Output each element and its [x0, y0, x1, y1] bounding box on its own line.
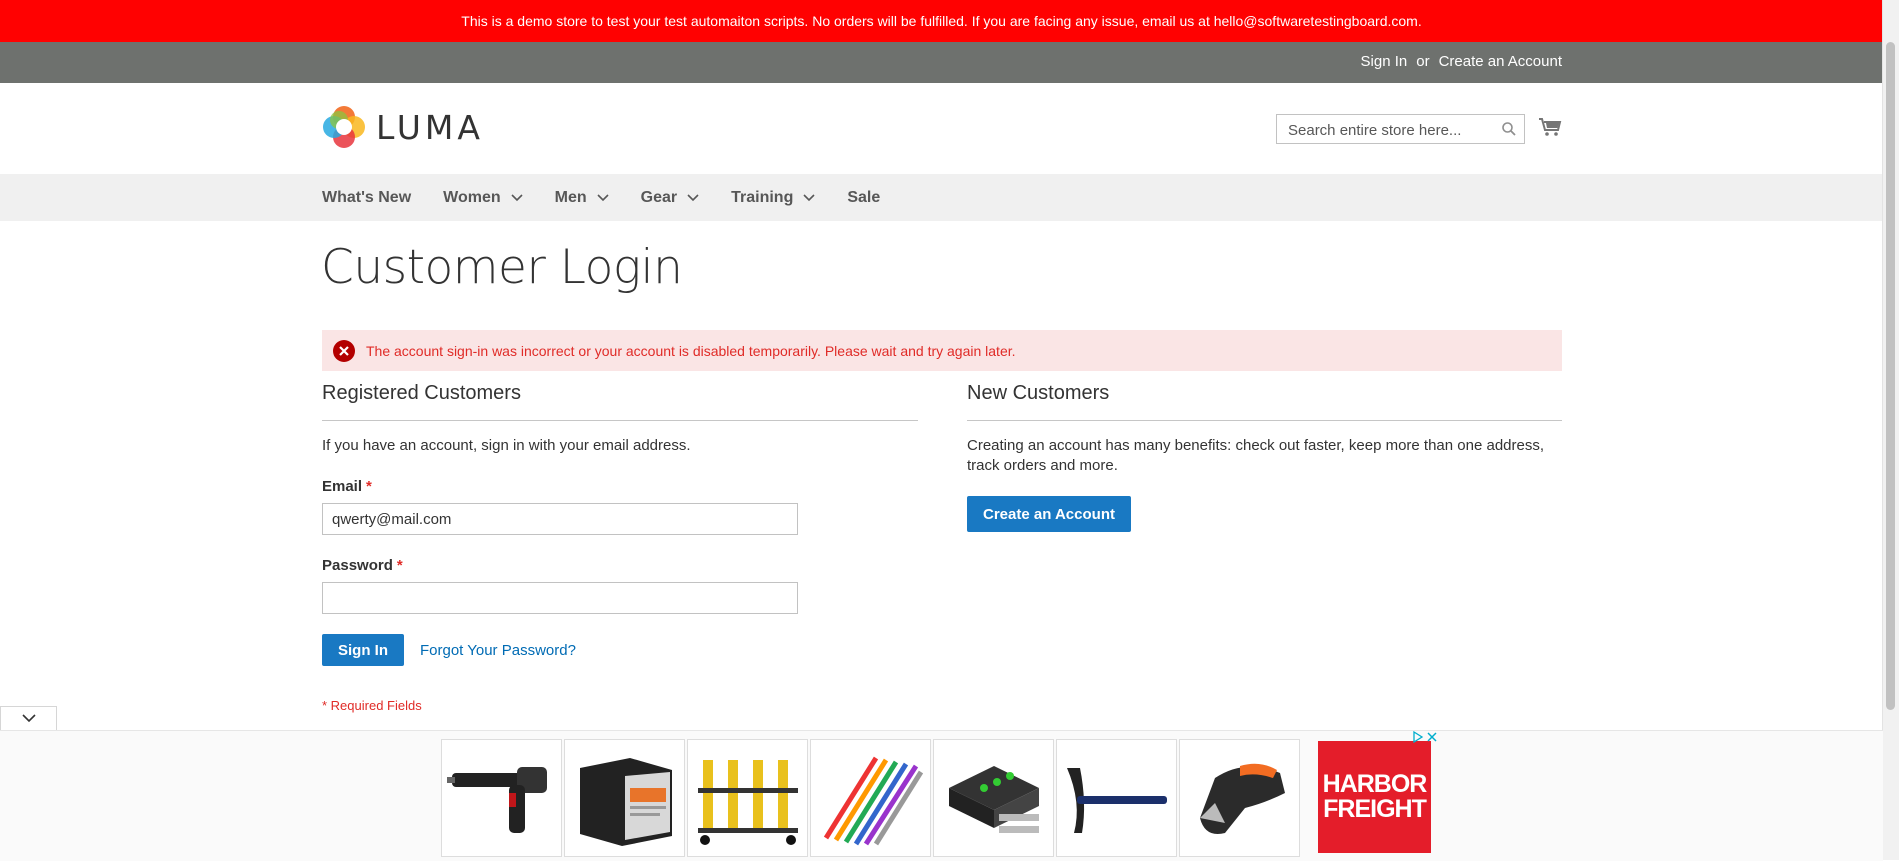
- nav-label: Women: [443, 188, 501, 206]
- search-icon[interactable]: [1502, 122, 1516, 141]
- demo-notice-text: This is a demo store to test your test a…: [461, 13, 1422, 29]
- new-customers-text: Creating an account has many benefits: c…: [967, 437, 1545, 474]
- nav-label: Men: [554, 188, 587, 206]
- nav-label: What's New: [322, 188, 412, 206]
- error-message: The account sign-in was incorrect or you…: [322, 330, 1562, 371]
- close-icon[interactable]: [1426, 731, 1438, 743]
- nav-label: Sale: [847, 188, 881, 206]
- scrollbar-thumb[interactable]: [1886, 42, 1895, 710]
- header: LUMA: [0, 83, 1883, 174]
- required-star: *: [366, 478, 372, 495]
- email-field[interactable]: [322, 503, 798, 535]
- wheel-dollies-icon: [697, 760, 798, 845]
- password-field[interactable]: [322, 582, 798, 614]
- create-account-link[interactable]: Create an Account: [1439, 53, 1562, 70]
- nav-sale[interactable]: Sale: [847, 189, 880, 207]
- trailer-connector-icon: [948, 766, 1039, 833]
- nav-training[interactable]: Training: [731, 189, 815, 207]
- top-links-bar: Sign In or Create an Account: [0, 42, 1883, 83]
- email-label-text: Email: [322, 478, 363, 495]
- luma-logo[interactable]: LUMA: [322, 105, 484, 149]
- registered-intro: If you have an account, sign in with you…: [322, 437, 691, 454]
- create-account-button[interactable]: Create an Account: [967, 496, 1131, 532]
- adchoices-icon[interactable]: [1412, 731, 1424, 743]
- page-scrollbar[interactable]: [1882, 0, 1899, 860]
- new-customers-title: New Customers: [967, 382, 1562, 421]
- ad-product-power-shears[interactable]: [1179, 739, 1300, 857]
- nav-label: Training: [731, 188, 794, 206]
- search-input[interactable]: [1286, 116, 1500, 144]
- nav-women[interactable]: Women: [443, 188, 523, 207]
- registered-customers-block: Registered Customers If you have an acco…: [322, 382, 918, 713]
- chevron-down-icon: [597, 193, 609, 201]
- brand-line2: FREIGHT: [1323, 795, 1427, 823]
- chevron-down-icon: [21, 714, 36, 723]
- ad-product-punch-set[interactable]: [810, 739, 931, 857]
- luma-logo-icon: [323, 106, 365, 148]
- new-customers-block: New Customers Creating an account has ma…: [967, 382, 1562, 532]
- nav-label: Gear: [640, 188, 678, 206]
- power-shears-icon: [1199, 763, 1285, 834]
- battery-icon: [579, 758, 672, 846]
- logo-text: LUMA: [376, 107, 484, 147]
- ad-product-wheel-dollies[interactable]: [687, 739, 808, 857]
- error-icon: [333, 339, 355, 362]
- chevron-down-icon: [687, 193, 699, 201]
- pick-mattock-icon: [1066, 768, 1167, 833]
- required-fields-note: * Required Fields: [322, 698, 422, 713]
- password-label-text: Password: [322, 557, 393, 574]
- signin-button[interactable]: Sign In: [322, 634, 404, 666]
- required-star: *: [396, 557, 403, 574]
- chevron-down-icon: [511, 193, 523, 201]
- or-text: or: [1416, 53, 1430, 70]
- search-box: [1276, 114, 1525, 144]
- nav-whats-new[interactable]: What's New: [322, 189, 411, 207]
- harbor-freight-logo[interactable]: HARBOR FREIGHT: [1318, 741, 1431, 853]
- registered-customers-title: Registered Customers: [322, 382, 918, 421]
- chevron-down-icon: [803, 193, 815, 201]
- ad-product-battery[interactable]: [564, 739, 685, 857]
- punch-set-icon: [823, 756, 923, 846]
- cart-icon[interactable]: [1538, 117, 1562, 142]
- ad-product-trailer-connector[interactable]: [933, 739, 1054, 857]
- page-title: Customer Login: [321, 240, 683, 295]
- brand-line1: HARBOR: [1322, 770, 1428, 798]
- email-label: Email *: [322, 478, 918, 495]
- signin-actions: Sign In Forgot Your Password?: [322, 634, 918, 666]
- ad-product-pick-mattock[interactable]: [1056, 739, 1177, 857]
- ad-choices[interactable]: [1412, 731, 1438, 743]
- main-nav: What's New Women Men Gear Training Sale: [0, 174, 1883, 221]
- ad-collapse-toggle[interactable]: [0, 706, 57, 730]
- nav-men[interactable]: Men: [555, 189, 609, 207]
- signin-link[interactable]: Sign In: [1361, 53, 1408, 70]
- air-hammer-icon: [446, 767, 547, 833]
- ad-product-air-hammer[interactable]: [441, 739, 562, 857]
- demo-notice-bar: This is a demo store to test your test a…: [0, 0, 1883, 42]
- nav-gear[interactable]: Gear: [641, 189, 699, 207]
- ad-banner[interactable]: HARBOR FREIGHT: [0, 730, 1883, 861]
- ad-product-row: [441, 739, 1300, 857]
- error-text: The account sign-in was incorrect or you…: [366, 342, 1016, 359]
- password-label: Password *: [322, 557, 918, 574]
- forgot-password-link[interactable]: Forgot Your Password?: [420, 642, 576, 659]
